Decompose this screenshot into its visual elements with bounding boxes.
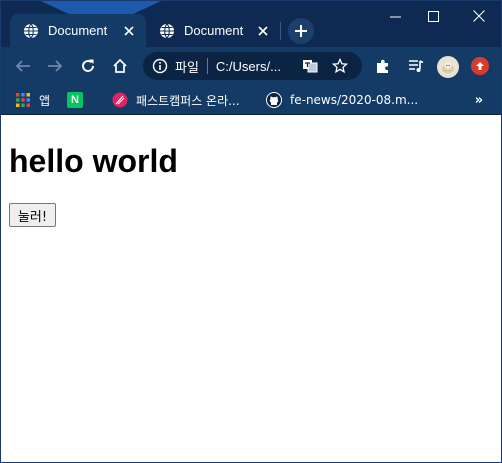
bookmark-label: fe-news/2020-08.m... [290, 93, 419, 107]
browser-window: Document Document 파일 C:/Users/... 앱 N 패스… [0, 0, 502, 463]
arrow-right-icon [48, 60, 63, 72]
maximize-button[interactable] [413, 1, 453, 31]
arrow-left-icon [15, 60, 30, 72]
reload-icon [82, 59, 94, 72]
address-bar[interactable]: 파일 C:/Users/... [143, 52, 362, 80]
profile-avatar[interactable] [437, 56, 459, 78]
home-button[interactable] [107, 53, 133, 79]
forward-button[interactable] [42, 53, 68, 79]
back-button[interactable] [10, 53, 36, 79]
github-icon [266, 92, 282, 108]
bookmark-naver[interactable]: N [67, 89, 91, 111]
fastcampus-icon [112, 92, 128, 108]
address-divider [206, 58, 208, 74]
tab-document-active[interactable]: Document [10, 14, 146, 47]
bookmark-fastcampus[interactable]: 패스트캠퍼스 온라... [112, 89, 240, 111]
minimize-icon [389, 16, 401, 17]
toolbar: 파일 C:/Users/... [1, 47, 501, 85]
window-close-button[interactable] [459, 1, 499, 31]
scheme-label: 파일 [175, 60, 199, 76]
reload-button[interactable] [75, 53, 101, 79]
bookmark-label: 앱 [39, 93, 51, 108]
bookmark-label: 패스트캠퍼스 온라... [136, 93, 240, 108]
update-button[interactable] [471, 57, 489, 75]
translate-icon[interactable] [302, 58, 318, 74]
apps-grid-icon [15, 92, 31, 108]
close-icon[interactable] [254, 22, 272, 40]
playlist-music-icon [409, 60, 424, 72]
tab-document-inactive[interactable]: Document [146, 14, 280, 47]
page-heading: hello world [9, 143, 178, 179]
avatar-icon [442, 62, 454, 73]
page-content: hello world 눌러! [1, 116, 501, 462]
arrow-up-icon [476, 62, 484, 70]
url-text[interactable]: C:/Users/... [216, 59, 288, 74]
close-icon [473, 10, 485, 22]
bookmarks-bar: 앱 N 패스트캠퍼스 온라... fe-news/2020-08.m... » [1, 85, 501, 115]
info-icon[interactable] [152, 58, 168, 74]
tabstrip-decoration [41, 1, 161, 15]
close-icon[interactable] [120, 22, 138, 40]
globe-icon [23, 23, 39, 39]
plus-icon [295, 25, 307, 37]
maximize-icon [427, 10, 439, 22]
naver-icon-letter: N [71, 94, 79, 106]
minimize-button[interactable] [375, 1, 415, 31]
home-icon [113, 58, 127, 73]
bookmark-star-icon[interactable] [331, 58, 348, 74]
tab-separator [280, 22, 281, 40]
globe-icon [159, 23, 175, 39]
tab-title: Document [48, 23, 108, 38]
bookmarks-overflow-button[interactable]: » [469, 91, 489, 109]
press-button[interactable]: 눌러! [9, 203, 56, 227]
extensions-button[interactable] [370, 53, 396, 79]
bookmark-apps[interactable]: 앱 [15, 89, 50, 111]
bookmark-fe-news[interactable]: fe-news/2020-08.m... [266, 89, 418, 111]
puzzle-icon [377, 59, 388, 73]
tab-title: Document [184, 23, 244, 38]
new-tab-button[interactable] [288, 18, 314, 44]
tab-strip: Document Document [1, 1, 501, 47]
naver-icon: N [67, 92, 83, 108]
media-control-button[interactable] [403, 53, 429, 79]
